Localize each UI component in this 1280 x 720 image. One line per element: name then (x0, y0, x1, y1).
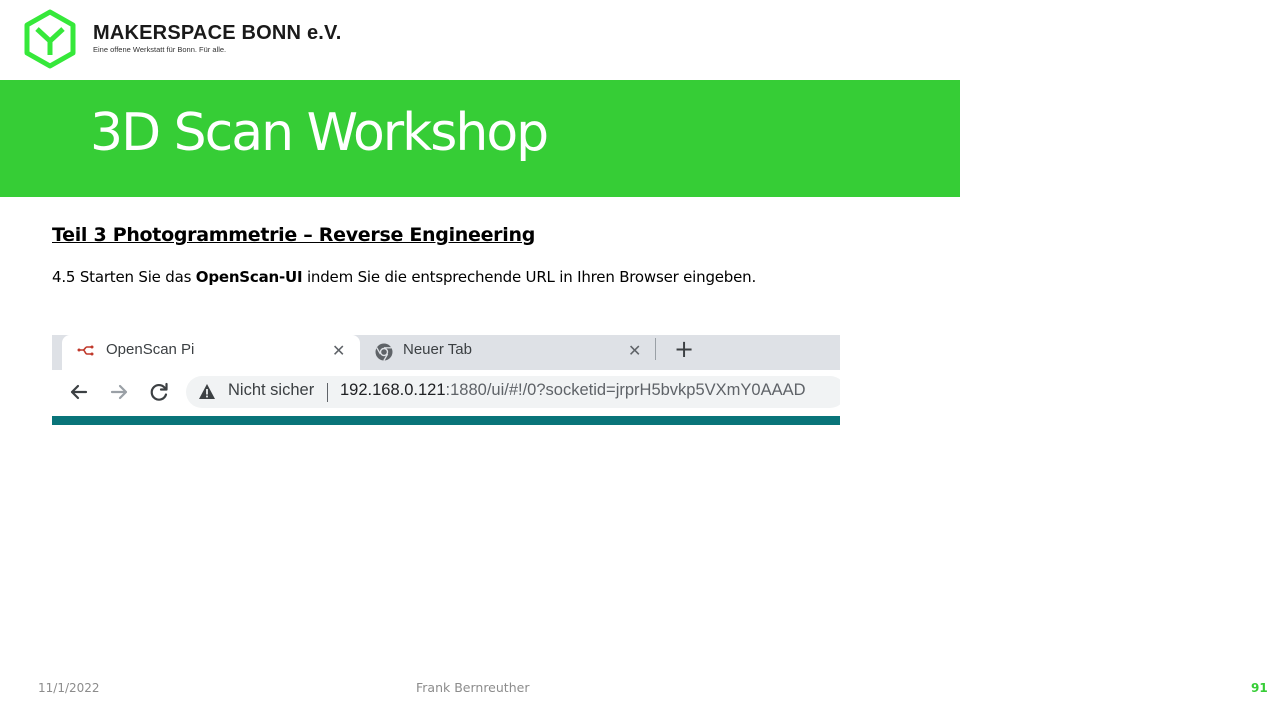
tab-strip: OpenScan Pi ✕ Neuer Tab ✕ + (52, 335, 840, 370)
browser-screenshot: OpenScan Pi ✕ Neuer Tab ✕ + Nicht sicher… (52, 335, 840, 425)
url-host: 192.168.0.121 (340, 381, 446, 399)
security-label[interactable]: Nicht sicher (228, 381, 314, 400)
brand-tagline: Eine offene Werkstatt für Bonn. Für alle… (93, 45, 227, 54)
reload-icon[interactable] (145, 378, 173, 406)
chrome-icon (375, 343, 393, 361)
instruction-bold: OpenScan-UI (195, 268, 303, 286)
browser-toolbar: Nicht sicher 192.168.0.121:1880/ui/#!/0?… (52, 370, 840, 416)
section-heading: Teil 3 Photogrammetrie – Reverse Enginee… (52, 224, 535, 246)
plus-icon[interactable]: + (674, 335, 694, 363)
tab-openscan[interactable]: OpenScan Pi ✕ (62, 335, 360, 370)
node-red-icon (77, 345, 94, 356)
url-path: :1880/ui/#!/0?socketid=jrprH5bvkp5VXmY0A… (445, 381, 806, 399)
tab-new-label: Neuer Tab (403, 341, 472, 358)
address-bar[interactable]: Nicht sicher 192.168.0.121:1880/ui/#!/0?… (186, 376, 840, 408)
omnibox-separator (327, 383, 328, 402)
instruction-text: 4.5 Starten Sie das OpenScan-UI indem Si… (52, 268, 756, 286)
warning-icon (199, 384, 215, 399)
instruction-prefix: 4.5 Starten Sie das (52, 268, 196, 286)
footer-date: 11/1/2022 (38, 681, 100, 695)
url-text[interactable]: 192.168.0.121:1880/ui/#!/0?socketid=jrpr… (340, 381, 806, 400)
tab-separator (655, 338, 656, 360)
page-number: 91 (1251, 681, 1268, 695)
forward-arrow-icon[interactable] (105, 378, 133, 406)
footer-author: Frank Bernreuther (416, 680, 530, 695)
page-content-strip (52, 416, 840, 425)
close-icon[interactable]: ✕ (332, 341, 345, 360)
brand-name: MAKERSPACE BONN e.V. (93, 22, 342, 44)
tab-new[interactable]: Neuer Tab ✕ (364, 335, 654, 370)
slide-title: 3D Scan Workshop (90, 103, 549, 163)
makerspace-logo-icon (24, 9, 76, 69)
instruction-suffix: indem Sie die entsprechende URL in Ihren… (302, 268, 757, 286)
tab-openscan-label: OpenScan Pi (106, 341, 195, 358)
back-arrow-icon[interactable] (65, 378, 93, 406)
close-icon[interactable]: ✕ (628, 341, 641, 360)
